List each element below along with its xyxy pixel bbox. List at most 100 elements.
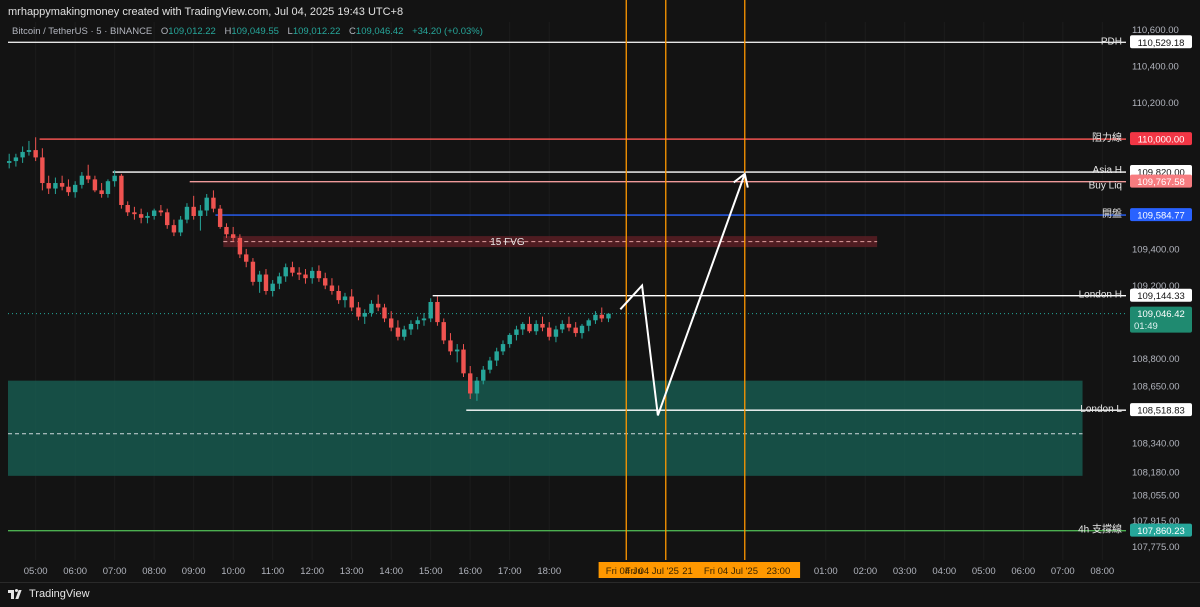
candle-body: [296, 272, 302, 275]
candle-body: [586, 320, 591, 326]
candle-body: [13, 157, 19, 162]
candle-body: [349, 296, 354, 308]
footer-bar: TradingView: [0, 582, 1200, 607]
y-tick-label: 108,650.00: [1132, 382, 1180, 393]
candle-body: [105, 181, 111, 195]
candle-body: [303, 274, 308, 279]
candle-body: [85, 175, 91, 180]
symbol-name: Bitcoin / TetherUS · 5 · BINANCE: [12, 26, 153, 37]
tradingview-brand[interactable]: TradingView: [8, 588, 90, 600]
candle-body: [389, 318, 394, 328]
candle-body: [112, 175, 117, 182]
chart-root: 15 FVG 110,600.00 110,400.00 110,200.00 109,…: [0, 0, 1200, 607]
level-price-text: 110,529.18: [1138, 38, 1185, 49]
candle-body: [257, 274, 262, 282]
demand-zone: [8, 380, 1083, 476]
candle-body: [494, 351, 499, 361]
candle-body: [178, 219, 183, 233]
x-tick-label: 07:00: [103, 566, 127, 577]
candle-body: [362, 312, 367, 317]
candle-body: [230, 234, 236, 238]
chart-author-header: mrhappymakingmoney created with TradingV…: [8, 6, 404, 18]
candle-body: [329, 285, 335, 291]
close-label: C: [349, 26, 356, 37]
candle-body: [270, 283, 275, 291]
candle-body: [224, 226, 229, 235]
price-chart[interactable]: 15 FVG 110,600.00 110,400.00 110,200.00 109,…: [0, 0, 1200, 606]
candle-body: [40, 157, 45, 184]
x-tick-label: 07:00: [1051, 566, 1075, 577]
candle-body: [356, 307, 361, 317]
time-highlight-label: 23:00: [766, 566, 790, 577]
candle-body: [553, 329, 559, 337]
candle-body: [481, 369, 486, 381]
open-value: 109,012.22: [168, 26, 216, 37]
x-tick-label: 13:00: [340, 566, 364, 577]
y-tick-label: 108,055.00: [1132, 491, 1180, 502]
candle-body: [204, 197, 209, 211]
x-tick-label: 08:00: [142, 566, 166, 577]
candle-body: [487, 360, 493, 370]
candle-body: [514, 329, 519, 335]
time-highlight-label: Fri 04 Jul '25: [625, 566, 679, 577]
level-price-text: 109,584.77: [1137, 211, 1185, 222]
candle-body: [211, 197, 216, 209]
candle-body: [119, 175, 124, 205]
y-tick-label: 109,400.00: [1132, 244, 1180, 255]
tradingview-logo-icon: [8, 588, 24, 600]
change-value: +34.20 (+0.03%): [412, 26, 483, 37]
candle-body: [138, 214, 144, 218]
candle-body: [33, 150, 38, 158]
x-tick-label: 06:00: [63, 566, 87, 577]
candle-body: [191, 206, 196, 216]
candle-body: [454, 349, 460, 352]
level-label: Asia H: [1093, 165, 1122, 176]
level-label: PDH: [1101, 36, 1122, 47]
candle-body: [59, 183, 65, 187]
level-label: Buy Liq: [1089, 181, 1122, 192]
candle-body: [184, 206, 190, 220]
x-tick-label: 12:00: [300, 566, 324, 577]
level-price-text: 109,767.58: [1137, 177, 1185, 188]
x-tick-label: 09:00: [182, 566, 206, 577]
candle-body: [316, 270, 322, 279]
candle-body: [435, 301, 440, 323]
candle-body: [198, 210, 203, 216]
candle-body: [375, 303, 381, 308]
candle-body: [125, 204, 130, 213]
candle-body: [415, 320, 420, 324]
candle-body: [309, 270, 315, 279]
candle-body: [237, 237, 243, 255]
x-tick-label: 05:00: [24, 566, 48, 577]
candle-body: [6, 161, 12, 163]
candle-body: [441, 322, 446, 341]
candle-body: [244, 254, 249, 262]
candle-body: [323, 278, 328, 286]
level-price-text: 109,144.33: [1137, 291, 1185, 302]
x-tick-label: 04:00: [932, 566, 956, 577]
candle-body: [527, 323, 532, 332]
x-tick-label: 18:00: [537, 566, 561, 577]
time-highlight-label: Fri 04 Jul '25: [704, 566, 758, 577]
candle-body: [290, 267, 295, 273]
level-label: 阻力線: [1092, 131, 1122, 144]
candle-body: [158, 210, 164, 213]
candle-body: [408, 323, 414, 330]
candle-body: [500, 344, 506, 352]
brand-name: TradingView: [29, 588, 90, 600]
candle-body: [520, 323, 525, 330]
x-tick-label: 03:00: [893, 566, 917, 577]
high-value: 109,049.55: [231, 26, 279, 37]
low-value: 109,012.22: [292, 26, 341, 37]
y-tick-label: 107,775.00: [1132, 542, 1180, 553]
y-tick-label: 110,400.00: [1132, 61, 1179, 72]
candle-body: [369, 303, 374, 313]
x-tick-label: 16:00: [458, 566, 482, 577]
candle-body: [72, 184, 78, 193]
candle-body: [250, 261, 256, 282]
candle-body: [579, 325, 585, 334]
x-tick-label: 10:00: [221, 566, 245, 577]
y-tick-label: 110,200.00: [1132, 98, 1179, 109]
x-tick-label: 01:00: [814, 566, 838, 577]
candle-body: [151, 210, 157, 216]
